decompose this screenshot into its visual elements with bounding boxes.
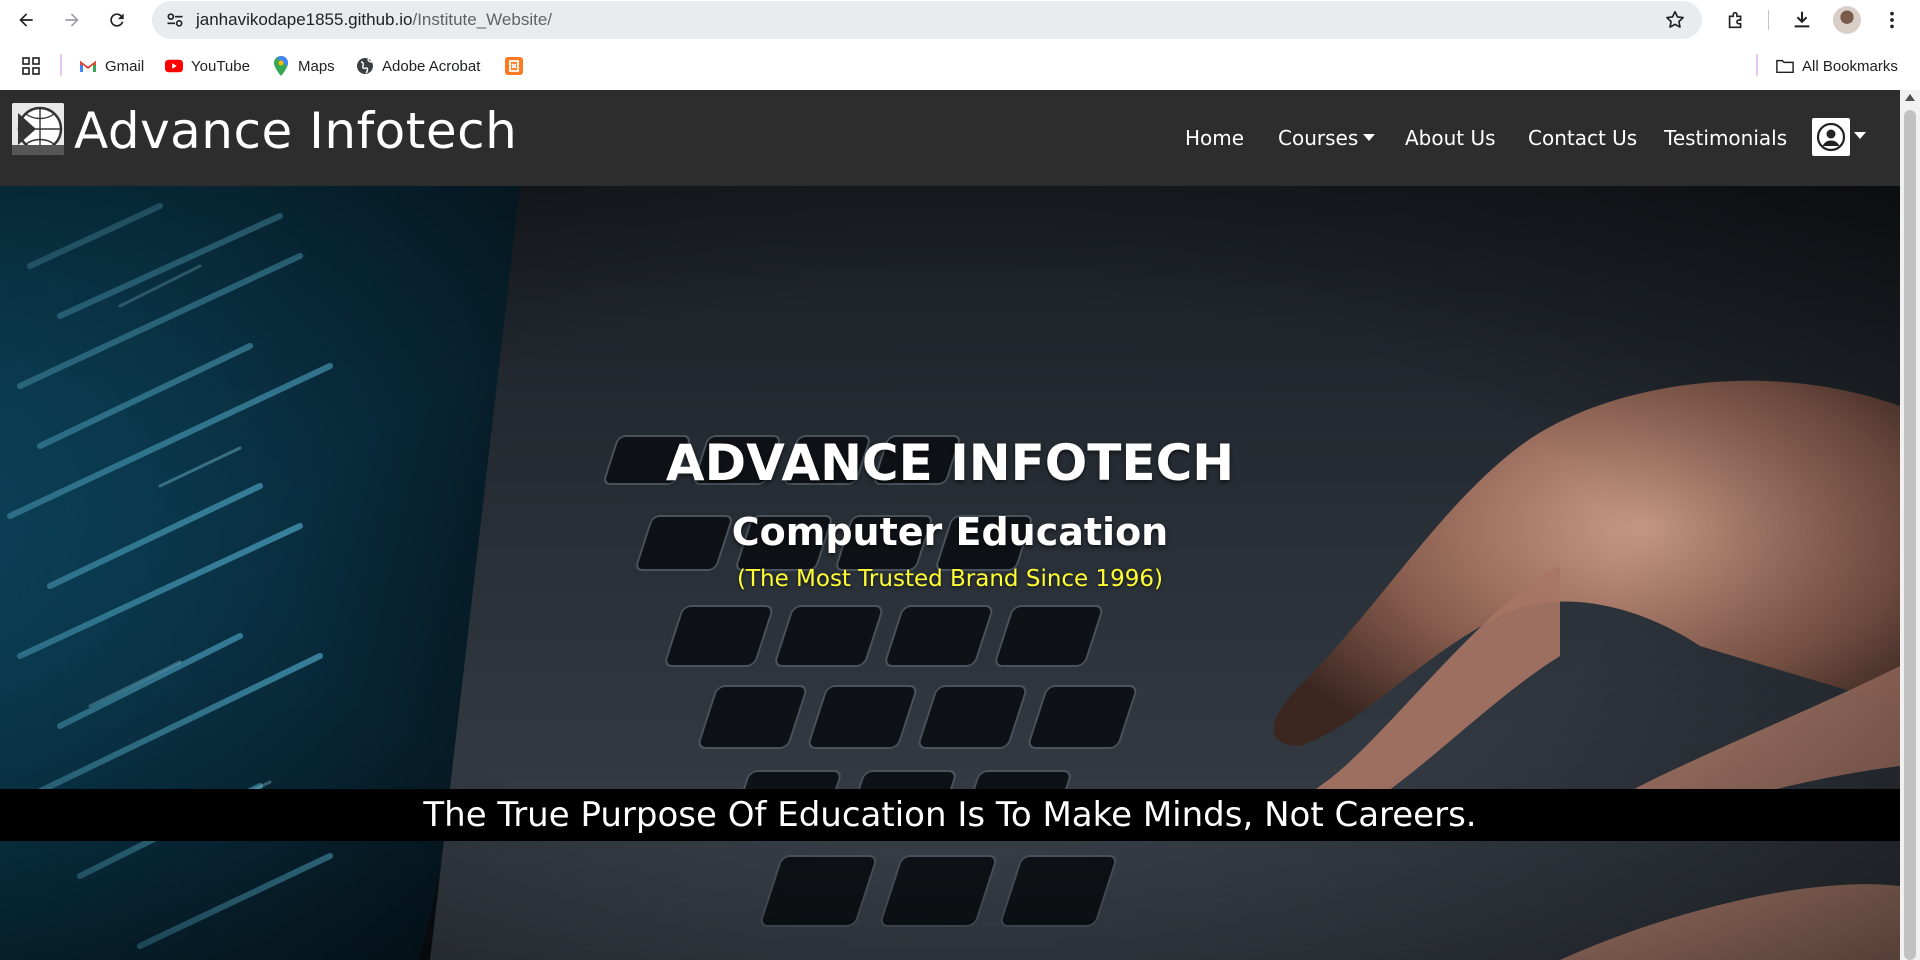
hero-title: ADVANCE INFOTECH <box>665 434 1235 492</box>
arrow-left-icon <box>19 13 33 27</box>
bookmark-divider <box>60 54 62 76</box>
brand-name[interactable]: Advance Infotech <box>74 102 517 160</box>
nav-about-us[interactable]: About Us <box>1405 126 1496 150</box>
apps-button[interactable] <box>22 54 40 78</box>
url-host: janhavikodape1855.github.io <box>196 10 413 29</box>
download-icon <box>1794 11 1810 28</box>
bookmark-label: Maps <box>298 57 335 75</box>
bookmark-youtube[interactable]: YouTube <box>165 54 250 78</box>
url-path: /Institute_Website/ <box>412 10 553 29</box>
nav-contact-us[interactable]: Contact Us <box>1528 126 1637 150</box>
bookmark-adobe-acrobat[interactable]: Adobe Acrobat <box>356 54 480 78</box>
quote-text: The True Purpose Of Education Is To Make… <box>423 795 1477 835</box>
bookmark-label: Gmail <box>105 57 145 75</box>
back-button[interactable] <box>10 4 42 36</box>
downloads-button[interactable] <box>1788 6 1816 34</box>
brand-logo[interactable] <box>12 103 64 155</box>
url-text[interactable]: janhavikodape1855.github.io/Institute_We… <box>196 10 552 30</box>
chrome-menu-button[interactable] <box>1878 6 1906 34</box>
site-info-icon[interactable] <box>164 10 186 30</box>
profile-avatar[interactable] <box>1833 6 1861 34</box>
bookmark-xampp[interactable] <box>505 54 523 78</box>
caret-down-icon <box>1363 134 1376 141</box>
toolbar-divider <box>1768 10 1769 30</box>
bookmarks-bar: Gmail YouTube Maps Adobe Acrobat All Boo… <box>0 40 1920 90</box>
user-circle-icon <box>1816 122 1846 152</box>
page-scrollbar[interactable] <box>1900 90 1920 960</box>
bookmark-divider <box>1756 54 1758 76</box>
site-navbar: Advance Infotech Home Courses About Us C… <box>0 90 1900 186</box>
reload-button[interactable] <box>101 4 133 36</box>
address-bar[interactable]: janhavikodape1855.github.io/Institute_We… <box>152 1 1702 39</box>
nav-courses[interactable]: Courses <box>1278 126 1376 150</box>
globe-icon <box>356 57 374 75</box>
all-bookmarks-button[interactable]: All Bookmarks <box>1776 54 1898 78</box>
nav-courses-label: Courses <box>1278 126 1359 150</box>
puzzle-icon <box>1728 11 1742 29</box>
arrow-right-icon <box>65 13 79 27</box>
hero-subtitle: Computer Education <box>731 510 1169 554</box>
nav-home[interactable]: Home <box>1185 126 1244 150</box>
reload-icon <box>110 13 124 27</box>
nav-testimonials[interactable]: Testimonials <box>1664 126 1787 150</box>
folder-icon <box>1776 57 1794 75</box>
extensions-button[interactable] <box>1722 6 1750 34</box>
gmail-icon <box>79 57 97 75</box>
bookmark-maps[interactable]: Maps <box>272 54 335 78</box>
forward-button[interactable] <box>56 4 88 36</box>
scrollbar-thumb[interactable] <box>1904 110 1916 960</box>
bookmark-label: YouTube <box>191 57 250 75</box>
more-vert-icon <box>1890 11 1894 29</box>
youtube-icon <box>165 57 183 75</box>
star-icon[interactable] <box>1664 9 1686 31</box>
user-menu-button[interactable] <box>1812 118 1850 156</box>
bookmark-gmail[interactable]: Gmail <box>79 54 144 78</box>
xampp-icon <box>505 57 523 75</box>
browser-toolbar: janhavikodape1855.github.io/Institute_We… <box>0 0 1920 40</box>
caret-down-icon[interactable] <box>1854 132 1866 139</box>
bookmark-label: Adobe Acrobat <box>382 57 481 75</box>
quote-banner: The True Purpose Of Education Is To Make… <box>0 789 1900 841</box>
hero-section: ADVANCE INFOTECH Computer Education (The… <box>0 186 1900 960</box>
page-viewport: Advance Infotech Home Courses About Us C… <box>0 90 1900 960</box>
scroll-up-arrow-icon[interactable] <box>1905 94 1915 101</box>
hero-tagline: (The Most Trusted Brand Since 1996) <box>736 566 1164 592</box>
apps-grid-icon <box>22 57 40 75</box>
all-bookmarks-label: All Bookmarks <box>1802 57 1898 75</box>
maps-icon <box>272 56 290 76</box>
